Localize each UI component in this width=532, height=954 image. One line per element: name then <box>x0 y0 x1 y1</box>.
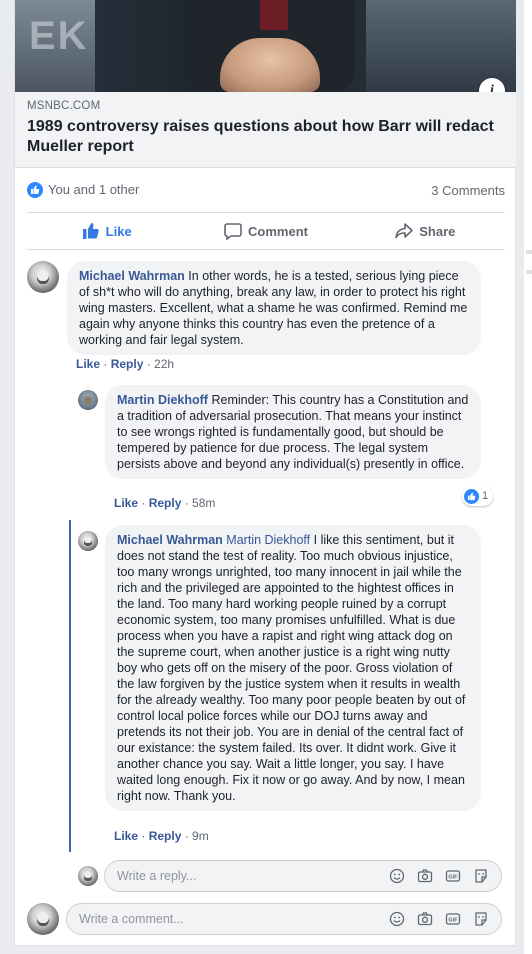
comment-input-tools: GIF <box>387 909 491 929</box>
gif-icon[interactable]: GIF <box>443 866 463 886</box>
link-preview-image[interactable]: EK <box>15 0 516 92</box>
reply-time[interactable]: 58m <box>192 496 215 510</box>
comment-time[interactable]: 22h <box>154 357 174 371</box>
comment-reply-link[interactable]: Reply <box>111 357 144 371</box>
speech-bubble-icon <box>224 223 242 240</box>
sticker-icon[interactable] <box>471 909 491 929</box>
reply-meta: Like · Reply · 9m <box>114 829 209 843</box>
smiley-icon[interactable] <box>387 909 407 929</box>
reply-like-link[interactable]: Like <box>114 829 138 843</box>
adjacent-column-edge <box>524 0 532 954</box>
reactions-summary-text: You and 1 other <box>48 181 140 197</box>
comment-like-link[interactable]: Like <box>76 357 100 371</box>
reply-bubble: Martin Diekhoff Reminder: This country h… <box>105 385 481 479</box>
thread-highlight-line <box>69 520 71 852</box>
avatar[interactable] <box>27 903 59 935</box>
share-arrow-icon <box>395 223 414 239</box>
thumbs-up-icon <box>82 223 99 239</box>
share-button[interactable]: Share <box>346 213 505 249</box>
reply-input[interactable] <box>117 869 387 883</box>
comment-author[interactable]: Michael Wahrman <box>79 269 185 283</box>
sticker-icon[interactable] <box>471 866 491 886</box>
preview-tie <box>260 0 288 30</box>
camera-icon[interactable] <box>415 909 435 929</box>
svg-text:GIF: GIF <box>448 918 458 924</box>
comments-count[interactable]: 3 Comments <box>431 183 505 198</box>
like-reaction-icon <box>464 488 479 504</box>
post-card: EK i MSNBC.COM 1989 controversy raises q… <box>14 0 516 946</box>
preview-hands <box>220 38 320 92</box>
reply-input-box[interactable]: GIF <box>104 860 502 892</box>
preview-headline[interactable]: 1989 controversy raises questions about … <box>27 117 504 157</box>
comment-input[interactable] <box>79 912 387 926</box>
reaction-count: 1 <box>482 490 489 502</box>
preview-domain: MSNBC.COM <box>27 100 101 112</box>
reply-text: I like this sentiment, but it does not s… <box>117 533 466 803</box>
smiley-icon[interactable] <box>387 866 407 886</box>
reply-like-link[interactable]: Like <box>114 496 138 510</box>
avatar[interactable] <box>78 866 98 886</box>
preview-backdrop-text: EK <box>29 14 89 58</box>
avatar[interactable] <box>27 261 59 293</box>
like-button[interactable]: Like <box>27 213 186 249</box>
comment-meta: Like · Reply · 22h <box>76 357 175 371</box>
comment-button[interactable]: Comment <box>186 213 345 249</box>
reaction-badge[interactable]: 1 <box>462 486 494 506</box>
reply-author[interactable]: Michael Wahrman <box>117 533 223 547</box>
like-reaction-icon <box>27 182 43 199</box>
reactions-row: You and 1 other 3 Comments <box>27 178 505 202</box>
link-preview-text[interactable]: MSNBC.COM 1989 controversy raises questi… <box>15 92 516 168</box>
divider <box>526 250 532 254</box>
gif-icon[interactable]: GIF <box>443 909 463 929</box>
reply-reply-link[interactable]: Reply <box>149 496 182 510</box>
share-label: Share <box>419 223 456 239</box>
reply-input-tools: GIF <box>387 866 491 886</box>
avatar[interactable] <box>78 531 98 551</box>
reply-author[interactable]: Martin Diekhoff <box>117 393 208 407</box>
comment-bubble: Michael Wahrman In other words, he is a … <box>67 261 481 355</box>
like-label: Like <box>105 223 132 239</box>
camera-icon[interactable] <box>415 866 435 886</box>
svg-text:GIF: GIF <box>448 875 458 881</box>
avatar[interactable] <box>78 390 98 410</box>
reply-meta: Like · Reply · 58m <box>114 496 216 510</box>
reactions-summary[interactable]: You and 1 other <box>27 182 139 199</box>
comment-input-box[interactable]: GIF <box>66 903 502 935</box>
comment-label: Comment <box>248 223 308 239</box>
divider <box>526 270 532 274</box>
reply-bubble: Michael Wahrman Martin Diekhoff I like t… <box>105 525 481 811</box>
reply-reply-link[interactable]: Reply <box>149 829 182 843</box>
reply-time[interactable]: 9m <box>192 829 209 843</box>
mention-tag[interactable]: Martin Diekhoff <box>226 533 310 547</box>
post-actions: Like Comment Share <box>27 212 505 250</box>
